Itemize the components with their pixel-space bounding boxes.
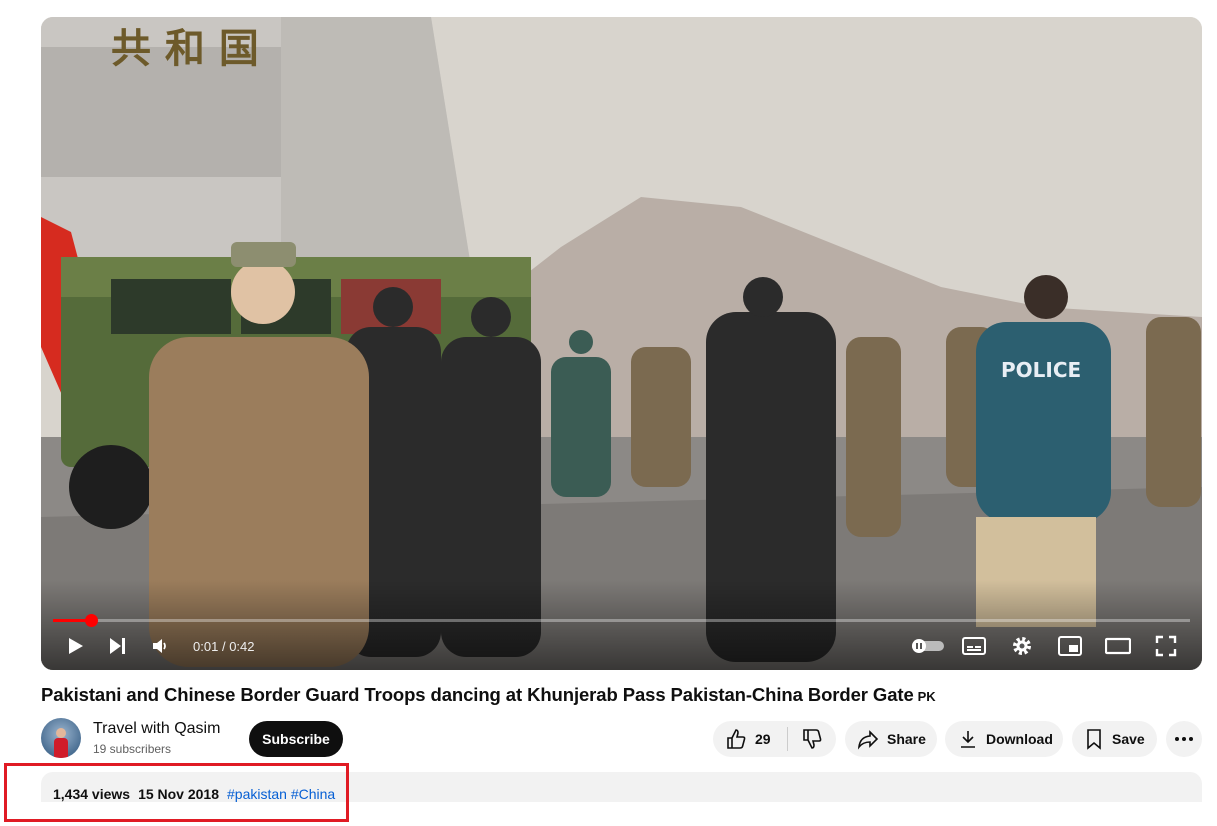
subscriber-count: 19 subscribers xyxy=(93,742,172,756)
settings-button[interactable] xyxy=(998,629,1046,663)
time-display: 0:01 / 0:42 xyxy=(193,639,255,654)
video-player[interactable]: 共 和 国 POLICE 0:01 / 0:42 xyxy=(41,17,1202,670)
settings-icon xyxy=(1013,637,1031,655)
title-flag: PK xyxy=(917,689,936,704)
subtitles-icon xyxy=(962,637,986,655)
share-button[interactable]: Share xyxy=(845,721,937,757)
miniplayer-icon xyxy=(1058,636,1082,656)
save-label: Save xyxy=(1112,731,1145,747)
player-controls: 0:01 / 0:42 xyxy=(41,629,1202,663)
volume-icon xyxy=(153,639,166,653)
play-button[interactable] xyxy=(55,629,95,663)
more-horizontal-icon xyxy=(1175,737,1193,741)
download-icon xyxy=(961,731,975,748)
annotation-highlight-box xyxy=(4,763,349,822)
download-label: Download xyxy=(986,731,1053,747)
play-icon xyxy=(69,638,83,654)
download-button[interactable]: Download xyxy=(945,721,1063,757)
progress-handle[interactable] xyxy=(84,614,98,627)
channel-name[interactable]: Travel with Qasim xyxy=(93,720,220,738)
thumbs-down-icon xyxy=(803,729,822,749)
share-icon xyxy=(857,730,879,750)
more-actions-button[interactable] xyxy=(1166,721,1202,757)
avatar-body xyxy=(54,738,68,758)
like-dislike-group: 29 xyxy=(713,721,836,757)
video-title-text: Pakistani and Chinese Border Guard Troop… xyxy=(41,684,914,705)
autoplay-toggle-icon xyxy=(912,639,944,653)
like-count: 29 xyxy=(755,731,771,747)
gate-characters: 共 和 国 xyxy=(111,26,259,72)
police-jacket-label: POLICE xyxy=(1001,358,1081,382)
theater-button[interactable] xyxy=(1094,629,1142,663)
video-frame: 共 和 国 POLICE xyxy=(41,17,1202,670)
thumbs-up-icon xyxy=(727,729,746,749)
autoplay-toggle[interactable] xyxy=(906,629,950,663)
bookmark-icon xyxy=(1087,729,1101,750)
time-current: 0:01 xyxy=(193,638,219,654)
miniplayer-button[interactable] xyxy=(1046,629,1094,663)
share-label: Share xyxy=(887,731,926,747)
save-button[interactable]: Save xyxy=(1072,721,1157,757)
fullscreen-button[interactable] xyxy=(1142,629,1190,663)
fullscreen-icon xyxy=(1155,635,1177,657)
subtitles-button[interactable] xyxy=(950,629,998,663)
like-button[interactable]: 29 xyxy=(713,721,787,757)
next-button[interactable] xyxy=(95,629,139,663)
channel-avatar[interactable] xyxy=(41,718,81,758)
mute-button[interactable] xyxy=(139,629,183,663)
video-title: Pakistani and Chinese Border Guard Troop… xyxy=(41,684,936,706)
time-total: 0:42 xyxy=(229,638,255,654)
subscribe-button[interactable]: Subscribe xyxy=(249,721,343,757)
dislike-button[interactable] xyxy=(788,721,836,757)
avatar-head xyxy=(56,728,66,738)
time-separator: / xyxy=(221,638,226,654)
progress-bar[interactable] xyxy=(53,614,1190,627)
theater-icon xyxy=(1105,637,1131,655)
next-icon xyxy=(110,638,125,654)
